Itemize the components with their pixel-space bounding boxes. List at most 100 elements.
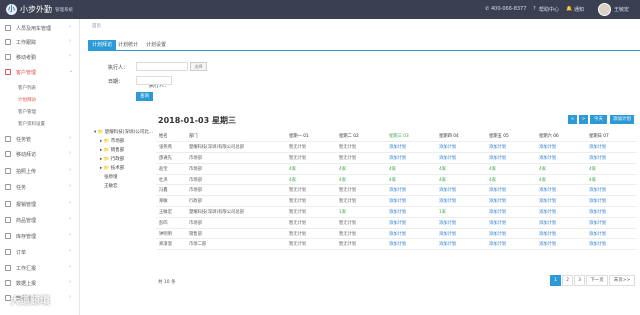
tree-node[interactable]: ▸ 📁 销售部 bbox=[100, 147, 124, 153]
plan-cell[interactable]: 4家 bbox=[286, 174, 336, 186]
executor-select-button[interactable]: 选择 bbox=[190, 62, 207, 71]
add-plan-link[interactable]: 添加计划 bbox=[386, 238, 436, 251]
sidebar-item[interactable]: 订单 › bbox=[0, 247, 80, 258]
add-plan-link[interactable]: 添加计划 bbox=[486, 228, 536, 240]
tree-node[interactable]: ▸ 📁 技术部 bbox=[100, 165, 124, 171]
bell-icon[interactable]: 🔔 bbox=[566, 6, 572, 12]
plan-cell[interactable]: 4家 bbox=[436, 174, 486, 186]
add-plan-link[interactable]: 添加计划 bbox=[486, 152, 536, 164]
submenu-item[interactable]: 客户列表 bbox=[18, 85, 36, 91]
date-input[interactable] bbox=[136, 76, 172, 85]
tab-plan-visit[interactable]: 计划拜访 bbox=[88, 40, 117, 51]
add-plan-link[interactable]: 添加计划 bbox=[386, 152, 436, 164]
plan-cell[interactable]: 4家 bbox=[386, 174, 436, 186]
add-plan-link[interactable]: 添加计划 bbox=[536, 184, 586, 197]
tree-node[interactable]: 王敏宏 bbox=[104, 183, 118, 189]
add-plan-link[interactable]: 添加计划 bbox=[386, 141, 436, 154]
add-plan-link[interactable]: 添加计划 bbox=[486, 238, 536, 251]
tree-node[interactable]: ▾ 📁 楚耀科技(深圳)公司北... bbox=[94, 129, 153, 135]
page-2[interactable]: 2 bbox=[562, 275, 573, 286]
tab-plan-settings[interactable]: 计划设置 bbox=[142, 40, 170, 51]
add-plan-link[interactable]: 添加计划 bbox=[386, 184, 436, 197]
sidebar-item[interactable]: 数据上报 › bbox=[0, 278, 80, 289]
sidebar-item[interactable]: 工作跟踪 › bbox=[0, 37, 80, 48]
help-link[interactable]: 帮助中心 bbox=[539, 6, 559, 13]
add-plan-link[interactable]: 添加计划 bbox=[536, 141, 586, 154]
sidebar-item[interactable]: 库存管理 › bbox=[0, 231, 80, 242]
add-plan-link[interactable]: 添加计划 bbox=[436, 152, 486, 164]
prev-button[interactable]: < bbox=[568, 115, 577, 124]
submenu-item[interactable]: 客户管理 bbox=[18, 109, 36, 115]
add-plan-link[interactable]: 添加计划 bbox=[436, 228, 486, 240]
last-page[interactable]: 末页>> bbox=[609, 275, 635, 286]
sidebar-item[interactable]: 任务管 › bbox=[0, 134, 80, 145]
submenu-item[interactable]: 客户资料设置 bbox=[18, 121, 45, 127]
add-plan-link[interactable]: 添加计划 bbox=[536, 217, 586, 229]
sidebar-item[interactable]: 人员及用车管理 › bbox=[0, 23, 80, 34]
page-3[interactable]: 3 bbox=[574, 275, 585, 286]
notice-link[interactable]: 通知 bbox=[574, 6, 584, 13]
page-1[interactable]: 1 bbox=[550, 275, 561, 286]
avatar[interactable] bbox=[598, 3, 611, 16]
tree-node[interactable]: ▸ 📁 市场部 bbox=[100, 138, 124, 144]
add-plan-link[interactable]: 添加计划 bbox=[586, 141, 637, 154]
tree-node[interactable]: ▸ 📁 行政部 bbox=[100, 156, 124, 162]
sidebar-item[interactable]: 商品管理 › bbox=[0, 215, 80, 226]
add-plan-link[interactable]: 添加计划 bbox=[436, 238, 486, 251]
plan-cell[interactable]: 1家 bbox=[336, 206, 386, 218]
add-plan-link[interactable]: 添加计划 bbox=[536, 228, 586, 240]
plan-cell[interactable]: 4家 bbox=[336, 174, 386, 186]
sidebar-item[interactable]: 任务 › bbox=[0, 182, 80, 193]
add-plan-link[interactable]: 添加计划 bbox=[586, 184, 637, 197]
add-plan-link[interactable]: 添加计划 bbox=[486, 195, 536, 208]
next-button[interactable]: > bbox=[579, 115, 588, 124]
tree-node[interactable]: 张原增 bbox=[104, 174, 118, 180]
executor-input[interactable] bbox=[136, 62, 188, 71]
add-plan-link[interactable]: 添加计划 bbox=[436, 141, 486, 154]
add-plan-link[interactable]: 添加计划 bbox=[486, 141, 536, 154]
sidebar-item[interactable]: 客户管理 ⌄ bbox=[0, 67, 80, 78]
add-plan-link[interactable]: 添加计划 bbox=[586, 228, 637, 240]
sidebar-item[interactable]: 移动拜访 › bbox=[0, 149, 80, 160]
plan-cell[interactable]: 4家 bbox=[536, 163, 586, 175]
add-plan-link[interactable]: 添加计划 bbox=[386, 228, 436, 240]
add-plan-link[interactable]: 添加计划 bbox=[436, 184, 486, 197]
add-plan-link[interactable]: 添加计划 bbox=[386, 217, 436, 229]
add-plan-link[interactable]: 添加计划 bbox=[386, 206, 436, 218]
add-plan-link[interactable]: 添加计划 bbox=[486, 184, 536, 197]
add-plan-link[interactable]: 添加计划 bbox=[536, 152, 586, 164]
add-plan-link[interactable]: 添加计划 bbox=[386, 195, 436, 208]
add-plan-link[interactable]: 添加计划 bbox=[536, 195, 586, 208]
plan-cell[interactable]: 4家 bbox=[586, 174, 637, 186]
plan-cell[interactable]: 4家 bbox=[486, 163, 536, 175]
plan-cell[interactable]: 4家 bbox=[536, 174, 586, 186]
plan-cell[interactable]: 4家 bbox=[336, 163, 386, 175]
next-page[interactable]: 下一页 bbox=[586, 275, 608, 286]
add-plan-link[interactable]: 添加计划 bbox=[586, 152, 637, 164]
add-plan-link[interactable]: 添加计划 bbox=[436, 217, 486, 229]
add-plan-link[interactable]: 添加计划 bbox=[586, 217, 637, 229]
sidebar-item[interactable]: 工作汇报 › bbox=[0, 263, 80, 274]
add-plan-link[interactable]: 添加计划 bbox=[586, 238, 637, 251]
user-name[interactable]: 王敏宏 bbox=[614, 6, 629, 13]
tab-plan-stats[interactable]: 计划统计 bbox=[114, 40, 142, 51]
add-plan-link[interactable]: 添加计划 bbox=[486, 217, 536, 229]
add-plan-link[interactable]: 添加计划 bbox=[536, 238, 586, 251]
add-plan-link[interactable]: 添加计划 bbox=[536, 206, 586, 218]
sidebar-item[interactable]: 拍照上传 › bbox=[0, 166, 80, 177]
add-plan-link[interactable]: 添加计划 bbox=[586, 195, 637, 208]
sidebar-item[interactable]: 移动考勤 › bbox=[0, 52, 80, 63]
plan-cell[interactable]: 4家 bbox=[436, 163, 486, 175]
today-button[interactable]: 今天 bbox=[590, 115, 607, 124]
sidebar-item[interactable]: 报销管理 › bbox=[0, 199, 80, 210]
add-plan-link[interactable]: 添加计划 bbox=[586, 206, 637, 218]
add-plan-link[interactable]: 添加计划 bbox=[436, 195, 486, 208]
plan-cell[interactable]: 4家 bbox=[386, 163, 436, 175]
add-plan-link[interactable]: 添加计划 bbox=[486, 206, 536, 218]
plan-cell[interactable]: 4家 bbox=[486, 174, 536, 186]
help-icon[interactable]: ? bbox=[533, 6, 536, 12]
submenu-item[interactable]: 计划拜访 bbox=[18, 97, 36, 103]
plan-cell[interactable]: 4家 bbox=[286, 163, 336, 175]
query-button[interactable]: 查询 bbox=[136, 92, 153, 101]
add-plan-button[interactable]: 添加计划 bbox=[610, 115, 634, 124]
